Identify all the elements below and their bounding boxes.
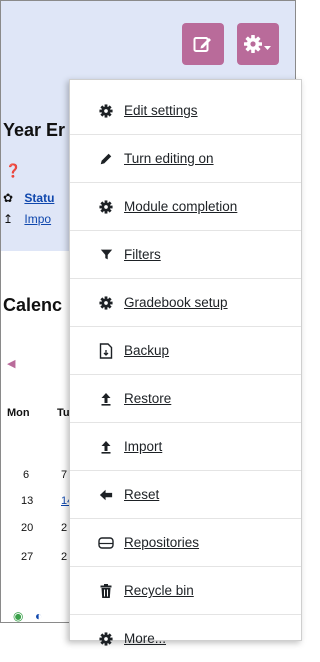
previous-month-icon[interactable]: ◀ xyxy=(7,357,15,370)
globe-icon: ◐ xyxy=(35,609,43,623)
menu-item-module-completion[interactable]: Module completion xyxy=(70,183,301,231)
calendar-day: 2 xyxy=(61,551,68,563)
calendar-heading: Calenc xyxy=(3,295,63,315)
menu-item-gradebook-setup[interactable]: Gradebook setup xyxy=(70,279,301,327)
gear-dropdown-icon xyxy=(244,35,271,53)
menu-item-label: Turn editing on xyxy=(124,151,214,166)
gear-icon xyxy=(98,295,114,311)
edit-mode-button[interactable] xyxy=(182,23,224,65)
menu-item-label: Module completion xyxy=(124,199,238,214)
course-settings-dropdown-menu: Edit settings Turn editing on Module com… xyxy=(69,79,302,646)
import-link[interactable]: Impo xyxy=(24,212,51,226)
upload-arrow-icon: ↥ xyxy=(3,212,14,226)
page-heading: Year Er xyxy=(3,120,66,140)
menu-item-turn-editing-on[interactable]: Turn editing on xyxy=(70,135,301,183)
menu-item-label: Repositories xyxy=(124,535,200,550)
menu-item-import[interactable]: Import xyxy=(70,423,301,471)
calendar-day: 13 xyxy=(21,495,34,507)
import-row[interactable]: ↥ Impo xyxy=(3,212,51,226)
weekday-tue: Tu xyxy=(57,407,70,419)
menu-item-filters[interactable]: Filters xyxy=(70,231,301,279)
backup-file-icon xyxy=(98,342,114,359)
menu-item-repositories[interactable]: Repositories xyxy=(70,519,301,567)
trash-icon xyxy=(98,583,114,599)
menu-item-label: More... xyxy=(124,631,167,646)
gear-icon xyxy=(98,103,114,119)
calendar-day: 7 xyxy=(61,469,68,481)
status-row[interactable]: ✿ Statu xyxy=(3,191,54,205)
upload-arrow-icon xyxy=(98,439,114,455)
menu-item-more[interactable]: More... xyxy=(70,615,301,662)
menu-item-reset[interactable]: Reset xyxy=(70,471,301,519)
menu-item-restore[interactable]: Restore xyxy=(70,375,301,423)
help-icon: ❓ xyxy=(5,163,22,178)
gear-icon xyxy=(98,199,114,215)
menu-item-label: Backup xyxy=(124,343,170,358)
arrow-left-icon xyxy=(98,487,114,503)
menu-item-label: Import xyxy=(124,439,163,454)
eye-icon: ◉ xyxy=(13,609,24,623)
calendar-day: 20 xyxy=(21,522,34,534)
menu-item-edit-settings[interactable]: Edit settings xyxy=(70,87,301,135)
menu-item-label: Edit settings xyxy=(124,103,198,118)
weekday-mon: Mon xyxy=(7,407,30,419)
filter-icon xyxy=(98,247,114,263)
course-settings-button[interactable] xyxy=(237,23,279,65)
menu-item-label: Recycle bin xyxy=(124,583,194,598)
menu-item-recycle-bin[interactable]: Recycle bin xyxy=(70,567,301,615)
menu-item-label: Filters xyxy=(124,247,161,262)
drive-icon xyxy=(98,535,114,551)
menu-item-label: Gradebook setup xyxy=(124,295,228,310)
gear-icon xyxy=(98,631,114,647)
upload-arrow-icon xyxy=(98,391,114,407)
menu-item-label: Reset xyxy=(124,487,160,502)
menu-item-label: Restore xyxy=(124,391,172,406)
calendar-day: 27 xyxy=(21,551,34,563)
calendar-day: 2 xyxy=(61,522,68,534)
menu-item-backup[interactable]: Backup xyxy=(70,327,301,375)
calendar-day: 6 xyxy=(23,469,30,481)
gear-icon: ✿ xyxy=(3,191,14,205)
status-link[interactable]: Statu xyxy=(24,191,54,205)
edit-icon xyxy=(193,37,211,52)
pencil-icon xyxy=(98,151,114,167)
